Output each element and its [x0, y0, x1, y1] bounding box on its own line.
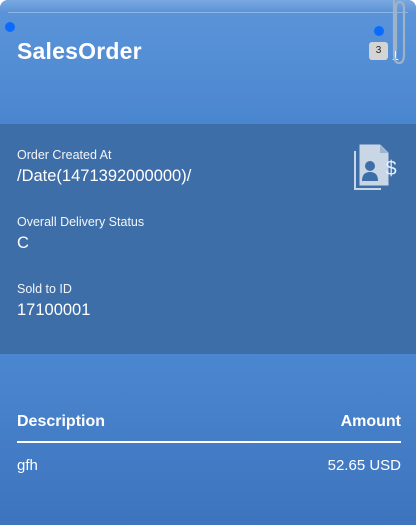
row-description: gfh — [17, 457, 38, 474]
attachment-count-badge: 3 — [369, 42, 388, 60]
selection-handle-right[interactable] — [374, 26, 384, 36]
field-label-delivery-status: Overall Delivery Status — [17, 215, 145, 229]
paperclip-icon[interactable] — [387, 0, 409, 68]
svg-text:$: $ — [385, 158, 396, 180]
field-value-order-created: /Date(1471392000000)/ — [17, 167, 192, 185]
field-label-sold-to-id: Sold to ID — [17, 282, 72, 296]
card-top-edge — [0, 0, 416, 14]
selection-handle-left[interactable] — [5, 22, 15, 32]
card-header — [0, 14, 416, 124]
field-value-delivery-status: C — [17, 234, 29, 252]
card-title: SalesOrder — [17, 38, 142, 64]
sales-document-icon: $ — [354, 144, 397, 190]
field-label-order-created: Order Created At — [17, 148, 112, 162]
field-value-sold-to-id: 17100001 — [17, 301, 91, 319]
line-items-section — [0, 354, 416, 525]
column-header-amount: Amount — [340, 413, 401, 430]
sales-order-card[interactable]: SalesOrder 3 1 Order Created At /Date(14… — [0, 0, 416, 525]
column-header-description: Description — [17, 413, 106, 430]
table-header-divider — [17, 441, 401, 443]
row-amount: 52.65 USD — [327, 457, 401, 474]
